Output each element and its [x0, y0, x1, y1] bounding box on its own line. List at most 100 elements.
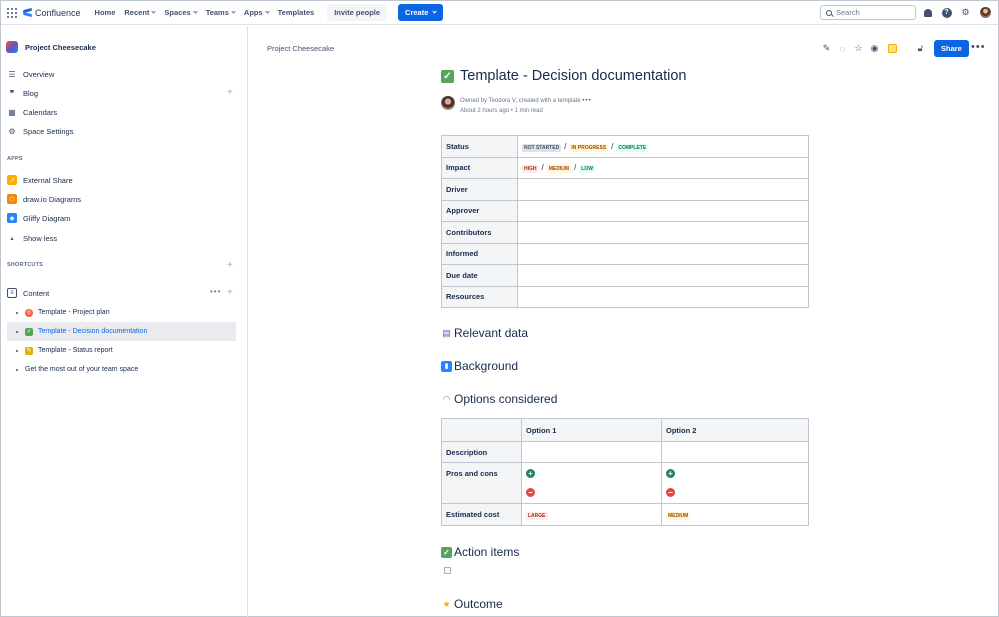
sidebar-item-overview[interactable]: ☰ Overview [7, 69, 54, 79]
sidebar-item-drawio[interactable]: ⬡ draw.io Diagrams [7, 194, 81, 204]
nav-templates[interactable]: Templates [278, 8, 315, 17]
table-row: Estimated cost LARGE MEDIUM [441, 503, 809, 526]
add-content-button[interactable]: + [227, 288, 233, 298]
shortcuts-heading: SHORTCUTS [7, 262, 44, 268]
action-item-checkbox[interactable] [444, 567, 451, 574]
comment-button[interactable]: ◌ [837, 43, 848, 54]
bookmark-tabs-icon: ▤ [442, 327, 451, 338]
table-row: Pros and cons + − + − [441, 462, 809, 504]
table-row: Informed [441, 242, 809, 265]
add-blog-button[interactable]: + [227, 88, 233, 98]
pros-cons-cell[interactable]: + − [521, 462, 662, 504]
impact-lozenge[interactable]: MEDIUM [546, 165, 572, 174]
check-icon: ✓ [25, 327, 33, 336]
tree-item-decision-documentation[interactable]: ✓ Template - Decision documentation [7, 322, 236, 341]
tree-item-status-report[interactable]: ✎ Template - Status report [14, 341, 243, 360]
table-cell[interactable] [517, 221, 809, 244]
table-row: Resources [441, 285, 809, 308]
gear-icon: ⚙ [961, 7, 970, 17]
cost-lozenge[interactable]: LARGE [526, 512, 548, 520]
space-header[interactable]: Project Cheesecake [6, 41, 96, 53]
table-key: Impact [441, 156, 518, 179]
create-button[interactable]: Create [398, 4, 444, 21]
invite-people-button[interactable]: Invite people [327, 4, 388, 21]
sidebar-item-calendars[interactable]: ▦ Calendars [7, 107, 57, 117]
share-button[interactable]: Share [934, 40, 969, 57]
search-input[interactable]: Search [820, 5, 916, 20]
status-lozenge[interactable]: COMPLETE [616, 143, 649, 152]
page-title: ✓ Template - Decision documentation [441, 68, 686, 84]
tree-item-label: Template - Decision documentation [38, 328, 148, 335]
heading-outcome: ★ Outcome [441, 597, 502, 611]
star-button[interactable]: ☆ [853, 43, 864, 54]
watch-button[interactable]: ◉ [869, 43, 880, 54]
notifications-button[interactable] [922, 7, 933, 18]
sidebar-item-content[interactable]: ≡ Content [7, 288, 49, 298]
sidebar-item-label: draw.io Diagrams [23, 194, 81, 204]
more-actions-icon[interactable]: ••• [210, 287, 221, 296]
edit-button[interactable]: ✎ [821, 43, 832, 54]
search-icon [826, 9, 832, 16]
nav-home[interactable]: Home [95, 8, 116, 17]
table-key: Resources [441, 285, 518, 308]
nav-recent-label: Recent [124, 8, 150, 17]
pros-cons-cell[interactable]: + − [661, 462, 809, 504]
star-icon: ★ [442, 598, 451, 609]
table-row: Due date [441, 264, 809, 287]
column-header: Option 1 [521, 418, 662, 442]
tree-item-project-plan[interactable]: ◎ Template - Project plan [14, 303, 243, 322]
apps-button[interactable] [887, 43, 898, 54]
avatar [980, 7, 991, 18]
minus-icon: − [666, 488, 675, 497]
heading-text: Background [454, 359, 519, 373]
nav-spaces[interactable]: Spaces [164, 8, 198, 17]
more-options-icon[interactable]: ••• [971, 41, 986, 53]
settings-button[interactable]: ⚙ [960, 7, 971, 18]
cost-lozenge[interactable]: MEDIUM [666, 512, 691, 520]
sidebar-item-label: External Share [23, 175, 73, 185]
separator: / [541, 163, 544, 173]
bell-icon [923, 8, 932, 17]
check-icon: ✓ [441, 546, 452, 558]
table-cell[interactable] [517, 199, 809, 222]
impact-lozenge[interactable]: HIGH [522, 165, 539, 174]
sidebar-item-label: Content [23, 288, 50, 298]
impact-lozenge[interactable]: LOW [579, 165, 595, 174]
tree-item-team-space[interactable]: Get the most out of your team space [14, 360, 243, 379]
nav-teams[interactable]: Teams [206, 8, 236, 17]
avatar[interactable] [441, 96, 455, 110]
profile-button[interactable] [980, 7, 991, 18]
show-less-button[interactable]: ▴ Show less [7, 233, 57, 243]
content-icon: ≡ [7, 288, 17, 298]
table-header-row: Option 1 Option 2 [441, 418, 809, 442]
nav-home-label: Home [94, 8, 116, 17]
sidebar-item-space-settings[interactable]: ⚙ Space Settings [7, 126, 73, 136]
more-icon[interactable]: ••• [582, 98, 591, 104]
sidebar-item-external-share[interactable]: ↗ External Share [7, 175, 73, 185]
table-cell[interactable] [661, 441, 809, 463]
nav-apps[interactable]: Apps [244, 8, 270, 17]
add-shortcut-button[interactable]: + [227, 261, 233, 271]
table-cell[interactable] [521, 441, 662, 463]
table-cell[interactable] [517, 264, 809, 287]
book-icon: ▮ [441, 360, 452, 372]
table-cell[interactable] [517, 285, 809, 308]
status-lozenge[interactable]: NOT STARTED [522, 143, 562, 152]
confluence-logo[interactable]: Confluence [23, 8, 81, 18]
table-cell[interactable] [517, 178, 809, 201]
apps-heading: APPS [7, 156, 23, 162]
table-cell[interactable] [517, 242, 809, 265]
nav-recent[interactable]: Recent [124, 8, 157, 17]
heading-action-items: ✓ Action items [441, 545, 519, 559]
sidebar-item-gliffy[interactable]: ◆ Gliffy Diagram [7, 213, 70, 223]
app-switcher-icon[interactable] [7, 7, 17, 18]
sidebar-item-blog[interactable]: ❞ Blog [7, 88, 38, 98]
table-row: Contributors [441, 221, 809, 244]
byline: Owned by Teodora V, created with a templ… [441, 96, 592, 116]
table-key: Contributors [441, 221, 518, 244]
unlock-icon: 🔓︎ [917, 43, 924, 53]
status-lozenge[interactable]: IN PROGRESS [569, 143, 609, 152]
breadcrumb[interactable]: Project Cheesecake [267, 44, 334, 53]
help-button[interactable]: ? [941, 7, 952, 18]
restrictions-button[interactable]: 🔓︎ [915, 43, 926, 54]
